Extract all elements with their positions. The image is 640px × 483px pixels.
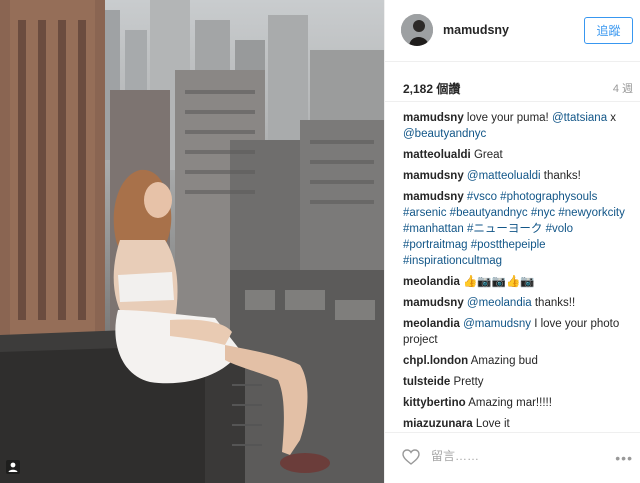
comment-author[interactable]: matteolualdi	[403, 149, 471, 161]
post-age[interactable]: 4 週	[613, 80, 633, 96]
comment-text: Amazing mar!!!!!	[468, 397, 552, 409]
comment-tag-link[interactable]: #photographysouls	[500, 191, 597, 203]
comment-author[interactable]: miazuzunara	[403, 418, 473, 430]
comment-list[interactable]: mamudsny love your puma! @ttatsiana x @b…	[403, 110, 625, 432]
comment-text: thanks!	[540, 170, 581, 182]
avatar[interactable]	[401, 14, 433, 46]
comment-item: meolandia @mamudsny I love your photo pr…	[403, 316, 625, 348]
post-header: mamudsny 追蹤	[385, 0, 640, 62]
comment-author[interactable]: mamudsny	[403, 170, 464, 182]
comment-text: Amazing bud	[470, 355, 538, 367]
username[interactable]: mamudsny	[443, 23, 509, 37]
comment-tag-link[interactable]: #vsco	[467, 191, 497, 203]
comment-author[interactable]: tulsteide	[403, 376, 450, 388]
comment-item: mamudsny #vsco #photographysouls #arseni…	[403, 189, 625, 269]
photo-illustration	[0, 0, 384, 483]
comment-tag-link[interactable]: #arsenic	[403, 207, 446, 219]
comment-item: mamudsny @meolandia thanks!!	[403, 295, 625, 311]
comment-tag-link[interactable]: #newyorkcity	[558, 207, 624, 219]
comment-tag-link[interactable]: #portraitmag	[403, 239, 468, 251]
comment-author[interactable]: mamudsny	[403, 191, 464, 203]
comment-item: mamudsny love your puma! @ttatsiana x @b…	[403, 110, 625, 142]
comment-author[interactable]: mamudsny	[403, 112, 464, 124]
comment-item: matteolualdi Great	[403, 147, 625, 163]
comment-author[interactable]: kittybertino	[403, 397, 466, 409]
comment-text: thanks!!	[531, 297, 576, 309]
comment-text: 👍📷📷👍📷	[463, 276, 535, 288]
comment-tag-link[interactable]: @matteolualdi	[467, 170, 541, 182]
comment-tag-link[interactable]: #nyc	[531, 207, 555, 219]
more-options-icon[interactable]: •••	[615, 450, 633, 466]
comment-item: miazuzunara Love it	[403, 416, 625, 432]
comment-tag-link[interactable]: @beautyandnyc	[403, 128, 486, 140]
comment-text: Great	[473, 149, 503, 161]
comment-author[interactable]: meolandia	[403, 276, 460, 288]
post-side-panel: mamudsny 追蹤 2,182 個讚 4 週 mamudsny love y…	[384, 0, 640, 483]
comment-tag-link[interactable]: #inspirationcultmag	[403, 255, 502, 267]
comment-author[interactable]: meolandia	[403, 318, 460, 330]
post-footer: •••	[385, 432, 640, 483]
comment-text: love your puma!	[466, 112, 552, 124]
comment-item: kittybertino Amazing mar!!!!!	[403, 395, 625, 411]
comment-tag-link[interactable]: #volo	[546, 223, 574, 235]
post-stats: 2,182 個讚 4 週	[385, 62, 640, 102]
post-photo[interactable]	[0, 0, 384, 483]
heart-icon[interactable]	[402, 449, 420, 465]
comment-text: x	[607, 112, 617, 124]
comment-item: chpl.london Amazing bud	[403, 353, 625, 369]
comment-text: Love it	[475, 418, 510, 430]
comment-tag-link[interactable]: #ニューヨーク	[467, 223, 542, 235]
like-count[interactable]: 2,182 個讚	[403, 80, 460, 97]
comment-input[interactable]	[431, 449, 581, 463]
comment-text: Pretty	[453, 376, 484, 388]
comment-author[interactable]: mamudsny	[403, 297, 464, 309]
comment-tag-link[interactable]: @meolandia	[467, 297, 532, 309]
follow-button[interactable]: 追蹤	[584, 17, 633, 44]
comment-item: mamudsny @matteolualdi thanks!	[403, 168, 625, 184]
comment-tag-link[interactable]: #beautyandnyc	[450, 207, 528, 219]
comment-item: meolandia 👍📷📷👍📷	[403, 274, 625, 290]
user-icon[interactable]	[6, 460, 20, 474]
comment-tag-link[interactable]: #postthepeiple	[471, 239, 546, 251]
comment-item: tulsteide Pretty	[403, 374, 625, 390]
comment-tag-link[interactable]: @ttatsiana	[552, 112, 607, 124]
comment-tag-link[interactable]: #manhattan	[403, 223, 464, 235]
comment-tag-link[interactable]: @mamudsny	[463, 318, 531, 330]
comment-author[interactable]: chpl.london	[403, 355, 468, 367]
